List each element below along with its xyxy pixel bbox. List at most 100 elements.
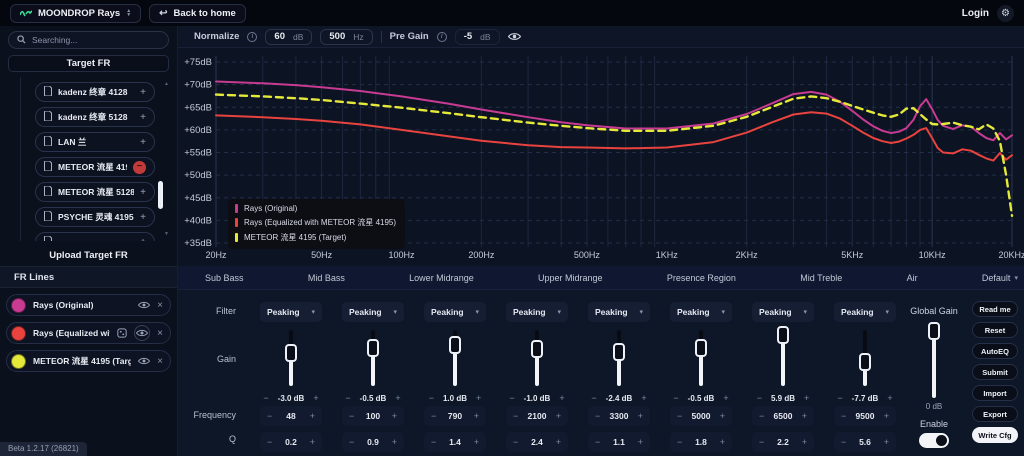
visibility-eye-icon[interactable] xyxy=(134,325,150,341)
write-cfg-button[interactable]: Write Cfg xyxy=(972,427,1018,443)
q-stepper[interactable]: −2.4+ xyxy=(506,432,568,452)
gain-minus-button[interactable]: − xyxy=(263,393,268,403)
export-button[interactable]: Export xyxy=(972,406,1018,422)
add-target-button[interactable]: + xyxy=(140,87,146,98)
search-box[interactable] xyxy=(8,31,169,49)
fr-line-item[interactable]: METEOR 流星 4195 (Target)× xyxy=(6,350,171,372)
target-item[interactable]: + xyxy=(35,232,155,241)
target-item[interactable]: kadenz 终章 4128+ xyxy=(35,82,155,102)
gain-plus-button[interactable]: + xyxy=(395,393,400,403)
frequency-plus-button[interactable]: + xyxy=(720,411,725,421)
frequency-stepper[interactable]: −48+ xyxy=(260,406,322,426)
q-plus-button[interactable]: + xyxy=(310,437,315,447)
frequency-stepper[interactable]: −3300+ xyxy=(588,406,650,426)
gain-plus-button[interactable]: + xyxy=(804,393,809,403)
target-list-scrollbar[interactable]: ▲ ▼ xyxy=(163,81,170,237)
q-plus-button[interactable]: + xyxy=(474,437,479,447)
q-minus-button[interactable]: − xyxy=(595,437,600,447)
q-minus-button[interactable]: − xyxy=(513,437,518,447)
add-target-button[interactable]: + xyxy=(140,237,146,242)
frequency-plus-button[interactable]: + xyxy=(310,411,315,421)
normalize-db-input[interactable]: 60 dB xyxy=(265,29,312,45)
filter-type-select[interactable]: Peaking▾ xyxy=(260,302,322,322)
frequency-minus-button[interactable]: − xyxy=(677,411,682,421)
frequency-plus-button[interactable]: + xyxy=(392,411,397,421)
frequency-minus-button[interactable]: − xyxy=(595,411,600,421)
submit-button[interactable]: Submit xyxy=(972,364,1018,380)
gain-slider[interactable] xyxy=(588,326,650,390)
gain-minus-button[interactable]: − xyxy=(837,393,842,403)
frequency-plus-button[interactable]: + xyxy=(638,411,643,421)
frequency-stepper[interactable]: −2100+ xyxy=(506,406,568,426)
normalize-hz-input[interactable]: 500 Hz xyxy=(320,29,372,45)
gain-plus-button[interactable]: + xyxy=(559,393,564,403)
filter-type-select[interactable]: Peaking▾ xyxy=(752,302,814,322)
slider-thumb[interactable] xyxy=(285,344,297,362)
gain-minus-button[interactable]: − xyxy=(757,393,762,403)
q-plus-button[interactable]: + xyxy=(392,437,397,447)
slider-thumb[interactable] xyxy=(859,353,871,371)
pre-gain-visibility-toggle[interactable] xyxy=(508,28,521,46)
target-item[interactable]: LAN 兰+ xyxy=(35,132,155,152)
target-item[interactable]: kadenz 终章 5128+ xyxy=(35,107,155,127)
frequency-minus-button[interactable]: − xyxy=(759,411,764,421)
gain-minus-button[interactable]: − xyxy=(673,393,678,403)
q-minus-button[interactable]: − xyxy=(677,437,682,447)
q-stepper[interactable]: −0.9+ xyxy=(342,432,404,452)
filter-type-select[interactable]: Peaking▾ xyxy=(424,302,486,322)
reset-button[interactable]: Reset xyxy=(972,322,1018,338)
add-target-button[interactable]: + xyxy=(140,137,146,148)
q-plus-button[interactable]: + xyxy=(638,437,643,447)
q-stepper[interactable]: −1.4+ xyxy=(424,432,486,452)
frequency-plus-button[interactable]: + xyxy=(802,411,807,421)
brand-selector[interactable]: MOONDROP Rays ▲▼ xyxy=(10,4,141,23)
slider-thumb[interactable] xyxy=(777,326,789,344)
gain-slider[interactable] xyxy=(670,326,732,390)
gain-slider[interactable] xyxy=(342,326,404,390)
gain-plus-button[interactable]: + xyxy=(723,393,728,403)
fr-line-item[interactable]: Rays (Original)× xyxy=(6,294,171,316)
visibility-eye-icon[interactable] xyxy=(138,301,150,309)
q-minus-button[interactable]: − xyxy=(267,437,272,447)
scroll-down-icon[interactable]: ▼ xyxy=(163,231,170,237)
gain-slider[interactable] xyxy=(260,326,322,390)
q-minus-button[interactable]: − xyxy=(431,437,436,447)
filter-type-select[interactable]: Peaking▾ xyxy=(670,302,732,322)
add-target-button[interactable]: + xyxy=(140,112,146,123)
scrollbar-thumb[interactable] xyxy=(158,181,163,209)
fr-line-item[interactable]: Rays (Equalized with MET...× xyxy=(6,322,171,344)
target-item[interactable]: PSYCHE 灵魂 4195+ xyxy=(35,207,155,227)
gain-slider[interactable] xyxy=(752,326,814,390)
gain-plus-button[interactable]: + xyxy=(641,393,646,403)
autoeq-button[interactable]: AutoEQ xyxy=(972,343,1018,359)
frequency-plus-button[interactable]: + xyxy=(556,411,561,421)
frequency-plus-button[interactable]: + xyxy=(884,411,889,421)
frequency-stepper[interactable]: −790+ xyxy=(424,406,486,426)
q-minus-button[interactable]: − xyxy=(841,437,846,447)
slider-thumb[interactable] xyxy=(531,340,543,358)
back-to-home-button[interactable]: ↩ Back to home xyxy=(149,4,246,23)
pre-gain-value[interactable]: -5 xyxy=(464,31,472,42)
frequency-plus-button[interactable]: + xyxy=(474,411,479,421)
normalize-hz-value[interactable]: 500 xyxy=(329,31,345,42)
q-stepper[interactable]: −5.6+ xyxy=(834,432,896,452)
slider-thumb[interactable] xyxy=(367,339,379,357)
q-stepper[interactable]: −0.2+ xyxy=(260,432,322,452)
frequency-stepper[interactable]: −100+ xyxy=(342,406,404,426)
q-stepper[interactable]: −1.1+ xyxy=(588,432,650,452)
search-input[interactable] xyxy=(32,35,160,45)
close-icon[interactable]: × xyxy=(157,300,163,311)
gain-minus-button[interactable]: − xyxy=(591,393,596,403)
gain-plus-button[interactable]: + xyxy=(476,393,481,403)
slider-thumb[interactable] xyxy=(449,336,461,354)
frequency-stepper[interactable]: −5000+ xyxy=(670,406,732,426)
gain-plus-button[interactable]: + xyxy=(887,393,892,403)
q-plus-button[interactable]: + xyxy=(720,437,725,447)
gain-slider[interactable] xyxy=(506,326,568,390)
remove-target-button[interactable]: − xyxy=(133,161,146,174)
filter-type-select[interactable]: Peaking▾ xyxy=(506,302,568,322)
add-target-button[interactable]: + xyxy=(140,212,146,223)
frequency-stepper[interactable]: −9500+ xyxy=(834,406,896,426)
q-minus-button[interactable]: − xyxy=(349,437,354,447)
frequency-minus-button[interactable]: − xyxy=(349,411,354,421)
